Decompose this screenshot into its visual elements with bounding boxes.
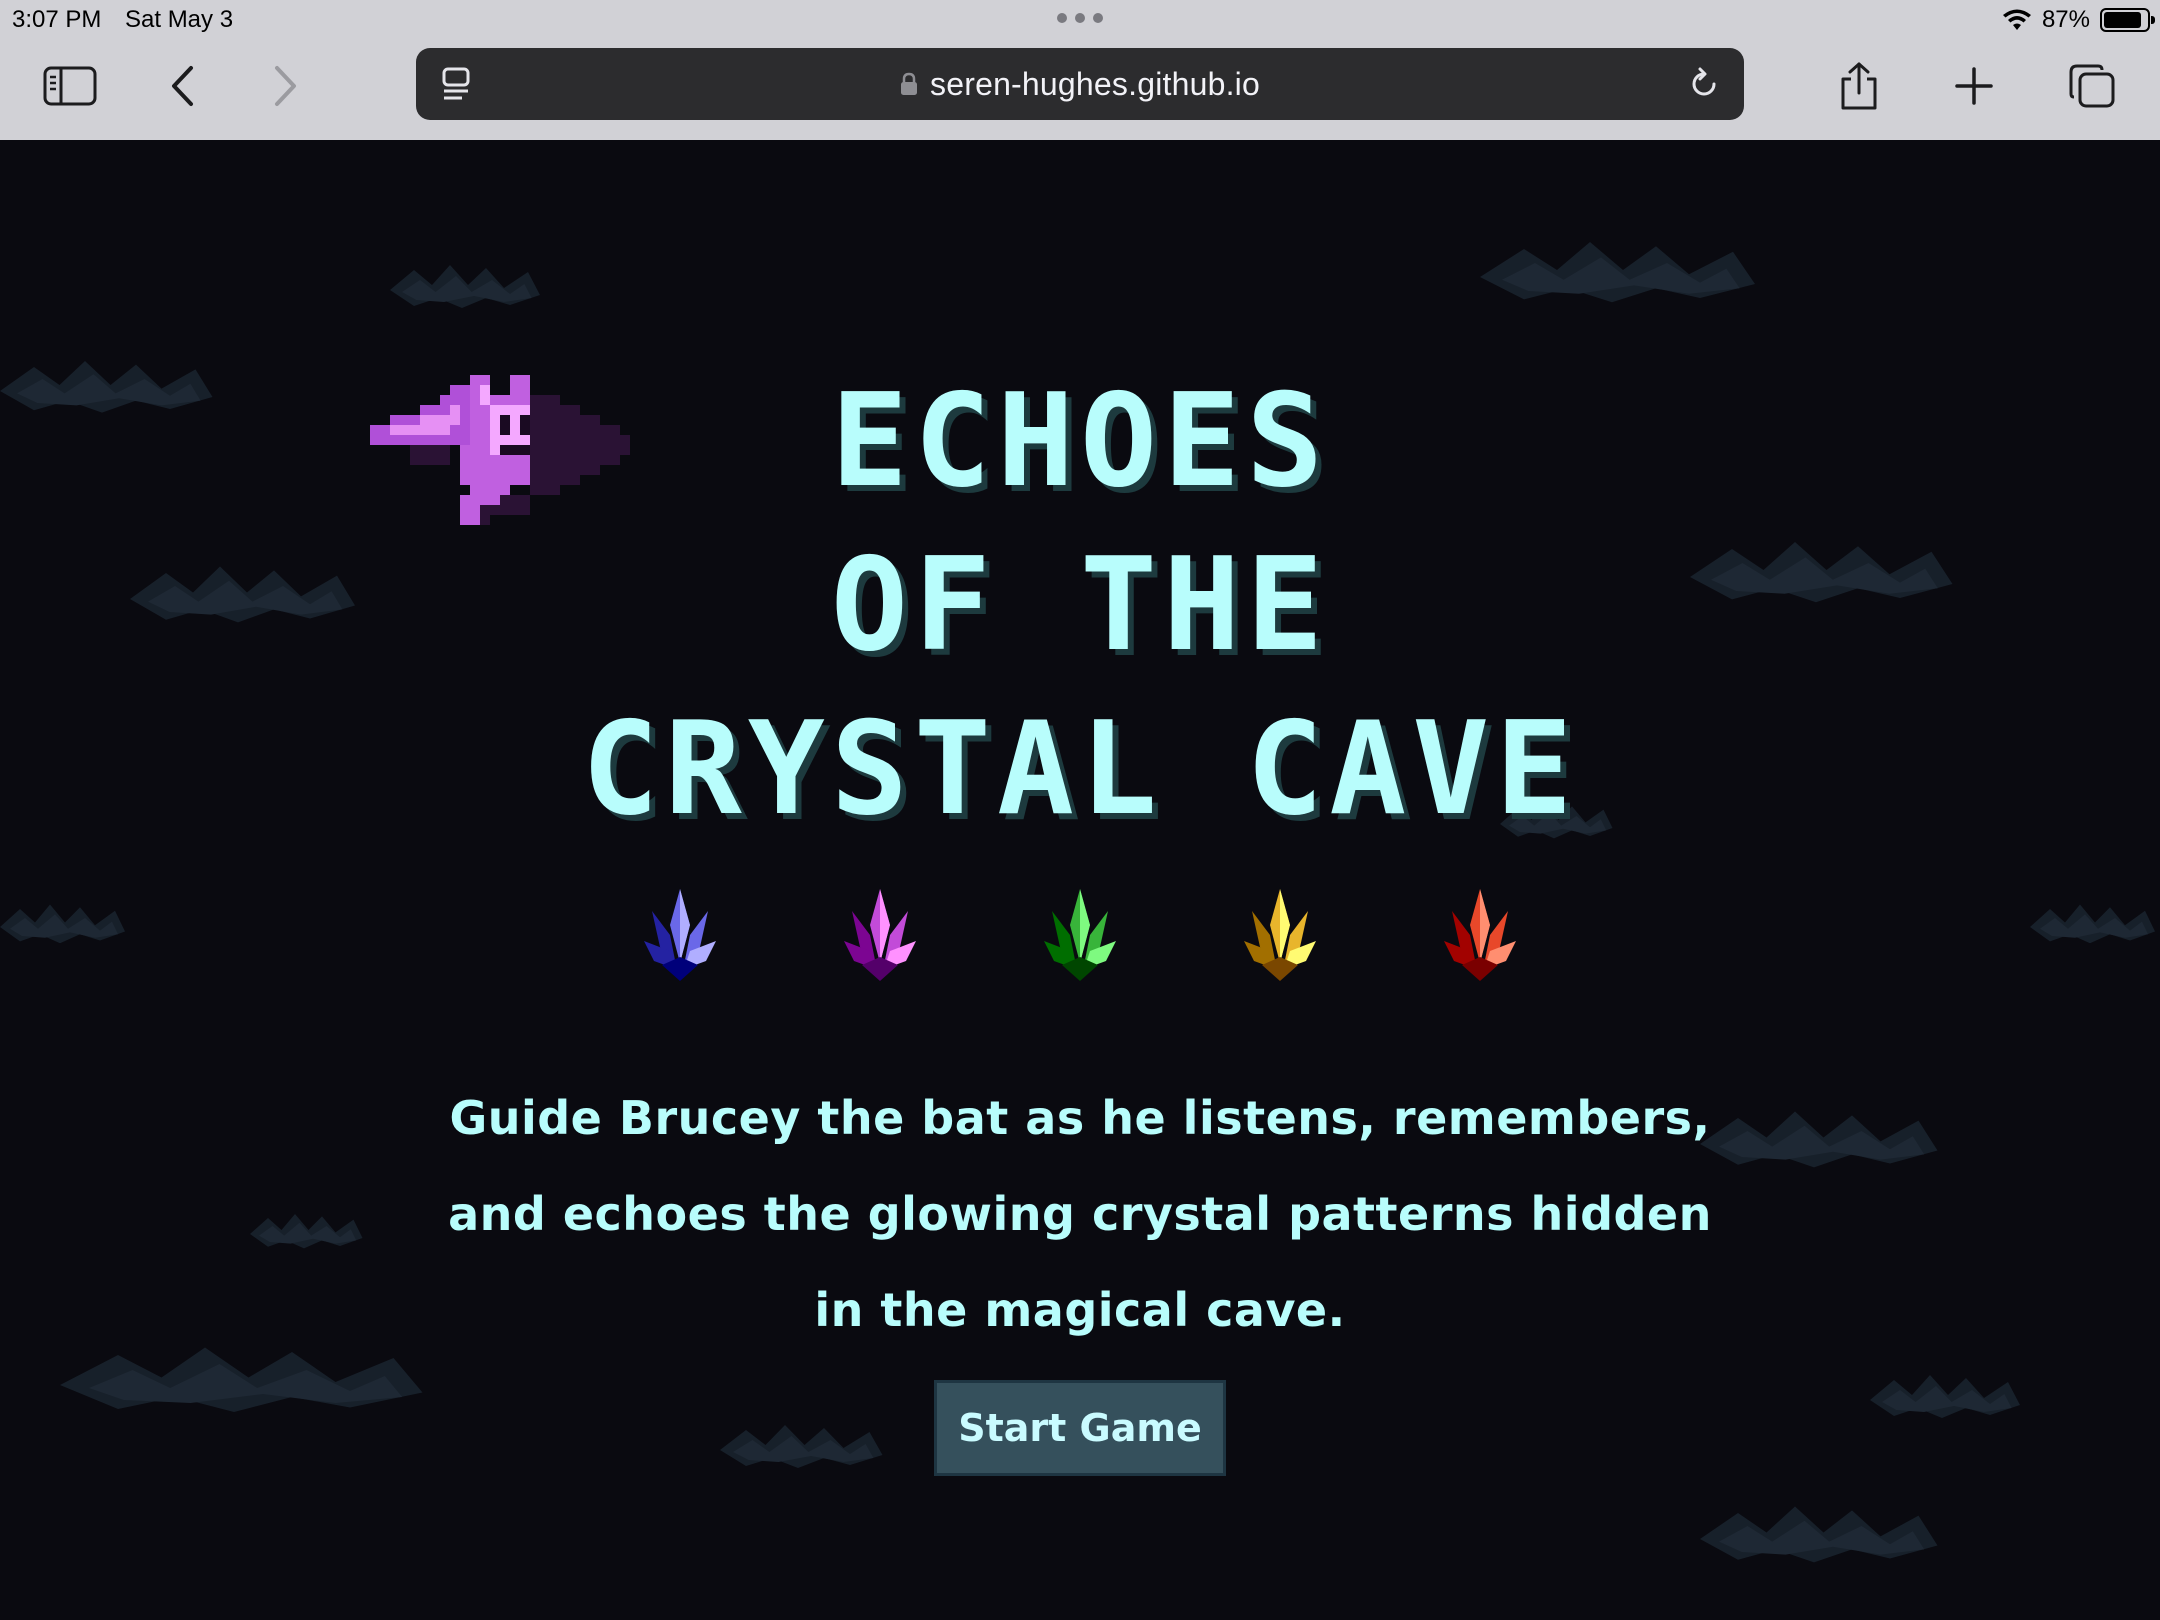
share-icon bbox=[1841, 62, 1877, 110]
reload-icon[interactable] bbox=[1686, 66, 1722, 102]
address-bar[interactable]: seren-hughes.github.io bbox=[416, 48, 1744, 120]
lock-icon bbox=[901, 72, 918, 95]
chevron-left-icon bbox=[172, 66, 193, 106]
new-tab-button[interactable] bbox=[1942, 54, 2006, 118]
start-game-button[interactable]: Start Game bbox=[934, 1380, 1226, 1476]
tabs-button[interactable] bbox=[2060, 54, 2124, 118]
forward-button[interactable] bbox=[254, 54, 318, 118]
url-text: seren-hughes.github.io bbox=[930, 65, 1260, 102]
battery-icon bbox=[2100, 8, 2155, 32]
browser-chrome: 3:07 PM Sat May 3 87% seren-hughes.githu… bbox=[0, 0, 2160, 140]
status-time: 3:07 PM bbox=[12, 6, 102, 33]
title-line: ECHOES bbox=[830, 367, 1330, 516]
sidebar-button[interactable] bbox=[38, 54, 102, 118]
plus-icon bbox=[1955, 67, 1993, 105]
back-button[interactable] bbox=[150, 54, 214, 118]
purple-crystal-icon bbox=[844, 889, 916, 981]
tabs-icon bbox=[2069, 64, 2115, 108]
title-line: CRYSTAL CAVE bbox=[581, 695, 1579, 844]
yellow-crystal-icon bbox=[1244, 889, 1316, 981]
url-display[interactable]: seren-hughes.github.io bbox=[416, 48, 1744, 120]
green-crystal-icon bbox=[1044, 889, 1116, 981]
sidebar-icon bbox=[43, 66, 97, 106]
status-date: Sat May 3 bbox=[125, 6, 234, 33]
red-crystal-icon bbox=[1444, 889, 1516, 981]
chevron-right-icon bbox=[275, 66, 296, 106]
battery-percent: 87% bbox=[2041, 6, 2090, 33]
game-description: Guide Brucey the bat as he listens, reme… bbox=[448, 1091, 1712, 1337]
blue-crystal-icon bbox=[644, 889, 716, 981]
crystal-row bbox=[0, 885, 2160, 985]
battery-level bbox=[2104, 12, 2141, 28]
game-title: ECHOES OF THE CRYSTAL CAVE bbox=[0, 360, 2160, 852]
share-button[interactable] bbox=[1827, 54, 1891, 118]
title-line: OF THE bbox=[830, 531, 1330, 680]
game-page: ECHOES OF THE CRYSTAL CAVE Guide Brucey … bbox=[0, 140, 2160, 1620]
status-indicators: 87% bbox=[2002, 4, 2155, 36]
wifi-icon bbox=[2002, 9, 2031, 30]
multitasking-dots-icon[interactable] bbox=[1057, 13, 1103, 23]
